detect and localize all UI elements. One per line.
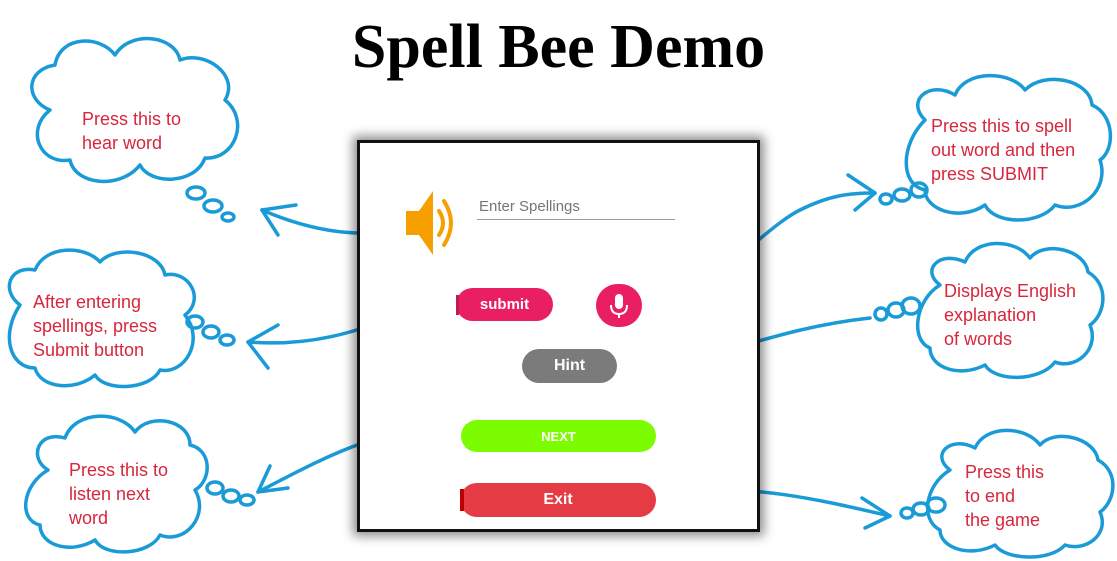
note-listen-next: Press this to listen next word <box>69 460 169 528</box>
note-hint-explain: Displays English explanation of words <box>944 281 1077 349</box>
arrow-connector <box>246 323 280 370</box>
speaker-icon <box>406 191 453 255</box>
submit-button[interactable]: submit <box>456 288 553 321</box>
note-submit-button: After entering spellings, press Submit b… <box>33 292 158 360</box>
microphone-icon <box>610 294 628 318</box>
note-end-game: Press this to end the game <box>965 462 1045 530</box>
hint-button[interactable]: Hint <box>522 349 617 383</box>
exit-button[interactable]: Exit <box>460 483 656 517</box>
microphone-button[interactable] <box>596 284 642 327</box>
speaker-button[interactable] <box>403 185 459 261</box>
next-button[interactable]: NEXT <box>461 420 656 452</box>
spelling-input[interactable] <box>477 193 675 220</box>
exit-label: Exit <box>543 491 573 508</box>
submit-label: submit <box>479 296 530 313</box>
note-spell-out: Press this to spell out word and then pr… <box>931 116 1076 184</box>
app-window: submit Hint NEXT Exit <box>357 140 760 532</box>
note-hear-word: Press this to hear word <box>82 109 182 153</box>
